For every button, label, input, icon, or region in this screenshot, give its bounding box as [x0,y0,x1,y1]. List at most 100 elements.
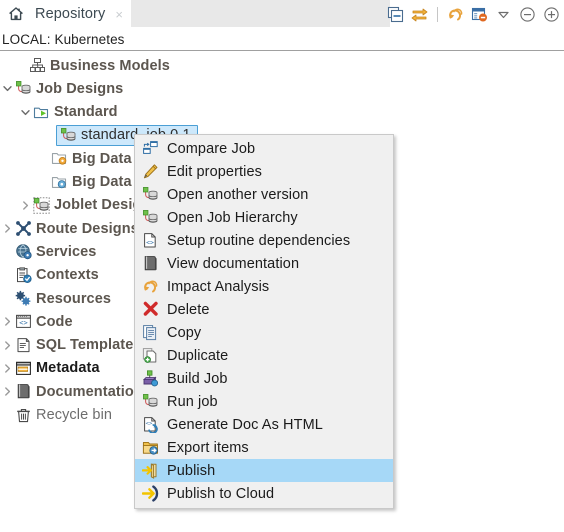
tree-item-label: Recycle bin [36,407,113,423]
export-items-icon [139,438,161,458]
build-job-icon [139,369,161,389]
menu-item-label: Compare Job [167,140,256,157]
business-models-icon [28,57,46,75]
tab-repository[interactable]: Repository × [0,0,131,28]
tree-item-label: Documentation [36,383,143,400]
tree-item-content: Recycle bin [14,406,112,424]
tree-item-metadata[interactable]: Metadata [0,357,100,380]
tab-bar-filler [126,0,390,27]
duplicate-icon [139,346,161,366]
publish-icon [139,461,161,481]
close-icon[interactable]: × [115,8,123,21]
menu-item-label: View documentation [167,255,300,272]
repository-view: Repository × LOCAL: Kubernetes Business … [0,0,564,532]
chevron-right-icon[interactable] [18,194,32,217]
tree-item-label: Job Designs [36,80,124,97]
documentation-icon [139,254,161,274]
menu-item-compare-job[interactable]: Compare Job [135,137,393,160]
menu-item-view-documentation[interactable]: View documentation [135,252,393,275]
menu-item-generate-doc-as-html[interactable]: <> Generate Doc As HTML [135,413,393,436]
job-designs-icon [14,80,32,98]
tree-item-recycle-bin[interactable]: Recycle bin [0,404,112,427]
view-tab-bar: Repository × [0,0,564,28]
services-icon [14,243,32,261]
tree-item-sql-templates[interactable]: SQL Templates [0,334,142,357]
filter-icon[interactable] [471,6,488,23]
refresh-icon[interactable] [447,6,464,23]
tree-item-job-designs[interactable]: Job Designs [0,77,123,100]
menu-item-delete[interactable]: Delete [135,298,393,321]
view-menu-icon[interactable] [495,6,512,23]
menu-item-open-another-version[interactable]: Open another version [135,183,393,206]
menu-item-label: Impact Analysis [167,278,270,295]
svg-text:<>: <> [19,319,27,327]
tree-item-standard[interactable]: Standard [18,101,118,124]
chevron-right-icon[interactable] [0,334,14,357]
chevron-right-icon[interactable] [0,357,14,380]
tree-item-content: SQL Templates [14,336,142,354]
route-designs-icon [14,220,32,238]
menu-item-label: Open Job Hierarchy [167,209,298,226]
chevron-right-icon[interactable] [0,217,14,240]
collapse-all-icon[interactable] [387,6,404,23]
tree-item-contexts[interactable]: Contexts [0,264,99,287]
minimize-icon[interactable] [519,6,536,23]
tree-item-content: Services [14,243,96,261]
link-with-editor-icon[interactable] [411,6,428,23]
context-menu[interactable]: Compare Job Edit properties Open another v… [134,134,394,509]
tree-item-business-models[interactable]: Business Models [14,54,170,77]
chevron-down-icon[interactable] [18,101,32,124]
svg-text:<>: <> [146,238,154,246]
menu-item-setup-routine-dependencies[interactable]: <> Setup routine dependencies [135,229,393,252]
chevron-right-icon[interactable] [0,380,14,403]
menu-item-impact-analysis[interactable]: Impact Analysis [135,275,393,298]
tree-item-content: Job Designs [14,80,123,98]
routine-dependencies-icon: <> [139,231,161,251]
menu-item-label: Duplicate [167,347,229,364]
menu-item-label: Delete [167,301,210,318]
menu-item-label: Export items [167,439,249,456]
home-icon [7,5,25,23]
tree-item-code[interactable]: <> Code [0,310,73,333]
tree-item-documentation[interactable]: Documentation [0,380,143,403]
job-item-icon [59,126,77,144]
menu-item-copy[interactable]: Copy [135,321,393,344]
tree-item-label: Code [36,313,73,330]
menu-item-duplicate[interactable]: Duplicate [135,344,393,367]
menu-item-publish-to-cloud[interactable]: Publish to Cloud [135,482,393,505]
tree-item-route-designs[interactable]: Route Designs [0,217,139,240]
big-data-batch-icon [50,150,68,168]
documentation-icon [14,383,32,401]
menu-item-edit-properties[interactable]: Edit properties [135,160,393,183]
connection-row: LOCAL: Kubernetes [0,28,564,50]
menu-item-label: Publish [167,462,216,479]
publish-to-cloud-icon [139,484,161,504]
compare-job-icon [139,139,161,159]
menu-item-label: Open another version [167,186,309,203]
menu-item-publish[interactable]: Publish [135,459,393,482]
menu-item-build-job[interactable]: Build Job [135,367,393,390]
tree-item-content: <> Code [14,313,73,331]
tree-item-content: Documentation [14,383,143,401]
tree-item-resources[interactable]: Resources [0,287,111,310]
menu-item-run-job[interactable]: Run job [135,390,393,413]
menu-item-export-items[interactable]: Export items [135,436,393,459]
maximize-icon[interactable] [543,6,560,23]
chevron-down-icon[interactable] [0,77,14,100]
chevron-right-icon[interactable] [0,310,14,333]
menu-item-open-job-hierarchy[interactable]: Open Job Hierarchy [135,206,393,229]
menu-item-label: Copy [167,324,202,341]
tree-item-label: Business Models [50,57,170,74]
svg-text:<>: <> [145,421,152,427]
menu-item-label: Publish to Cloud [167,485,275,502]
tree-item-services[interactable]: Services [0,240,96,263]
job-item-icon [139,392,161,412]
tree-item-content: Contexts [14,266,99,284]
job-item-icon [139,208,161,228]
job-item-icon [139,185,161,205]
